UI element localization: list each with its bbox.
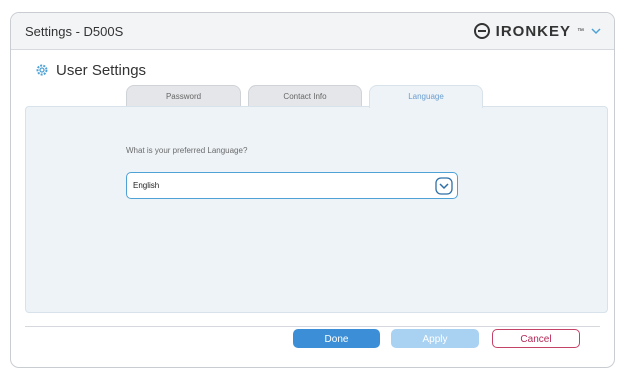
language-panel: What is your preferred Language? English xyxy=(25,106,608,313)
ironkey-key-icon xyxy=(473,23,490,39)
tab-bar: Password Contact Info Language xyxy=(11,85,614,108)
done-button[interactable]: Done xyxy=(293,329,380,348)
section-title: User Settings xyxy=(56,61,147,79)
title-bar: Settings - D500S IRONKEY ™ xyxy=(11,13,614,50)
window-title: Settings - D500S xyxy=(25,24,124,39)
gear-icon xyxy=(36,64,48,76)
section-header: User Settings xyxy=(35,59,146,81)
chevron-down-icon[interactable] xyxy=(589,24,603,38)
language-select[interactable]: English xyxy=(126,172,458,199)
cancel-button[interactable]: Cancel xyxy=(492,329,580,348)
brand-trademark: ™ xyxy=(577,27,584,35)
language-question: What is your preferred Language? xyxy=(126,146,248,155)
chevron-down-circle-icon[interactable] xyxy=(435,177,453,195)
tab-contact-info[interactable]: Contact Info xyxy=(248,85,362,107)
brand-name: IRONKEY xyxy=(495,22,571,40)
settings-window: Settings - D500S IRONKEY ™ User Settings… xyxy=(10,12,615,368)
footer-divider xyxy=(25,326,600,327)
tab-password[interactable]: Password xyxy=(126,85,241,107)
language-selected-value: English xyxy=(133,181,160,190)
ironkey-logo: IRONKEY ™ xyxy=(473,22,584,40)
tab-language[interactable]: Language xyxy=(369,85,483,108)
apply-button[interactable]: Apply xyxy=(391,329,479,348)
